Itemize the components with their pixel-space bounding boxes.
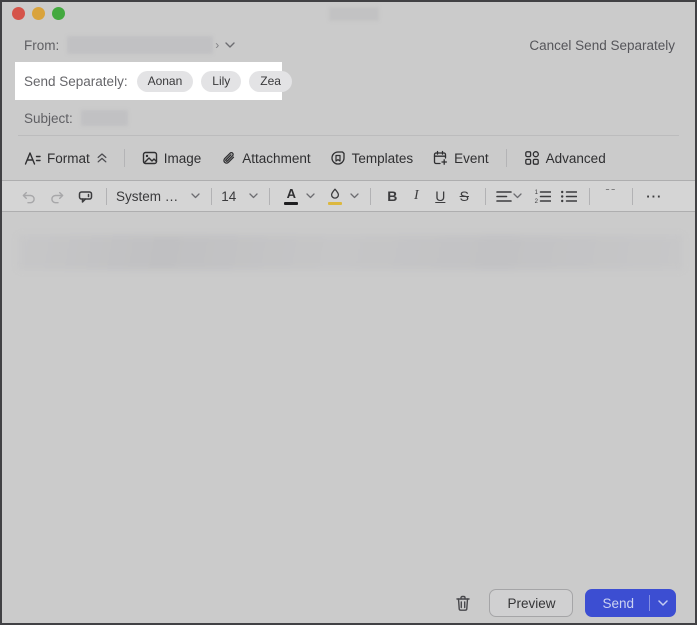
attachment-button[interactable]: Attachment xyxy=(220,150,311,166)
format-text-icon xyxy=(24,151,41,166)
text-style-toolbar: System … 14 A B I U S 1 2 ··· xyxy=(2,180,695,212)
undo-button[interactable] xyxy=(17,183,41,209)
from-value-redacted[interactable] xyxy=(67,36,214,54)
collapse-double-chevron-up-icon xyxy=(97,153,107,163)
redo-button[interactable] xyxy=(45,183,69,209)
cancel-send-separately-link[interactable]: Cancel Send Separately xyxy=(529,38,675,53)
italic-button[interactable]: I xyxy=(404,183,428,209)
subject-row: Subject: xyxy=(24,108,128,128)
chevron-down-icon[interactable] xyxy=(350,193,359,199)
format-painter-icon[interactable] xyxy=(73,183,97,209)
from-row: From: › Cancel Send Separately xyxy=(24,35,675,55)
image-icon xyxy=(142,150,158,166)
grid-apps-icon xyxy=(524,150,540,166)
send-split-button: Send xyxy=(585,589,676,617)
chevron-down-icon[interactable] xyxy=(513,193,522,199)
toolbar-divider xyxy=(123,149,125,167)
font-size-value: 14 xyxy=(221,188,237,204)
traffic-lights xyxy=(12,7,65,20)
templates-icon xyxy=(330,150,346,166)
from-suffix: › xyxy=(215,38,220,52)
toolbar-divider xyxy=(211,187,213,205)
font-size-select[interactable]: 14 xyxy=(221,189,260,204)
templates-button[interactable]: Templates xyxy=(330,150,414,166)
blockquote-button[interactable]: “ xyxy=(599,183,623,209)
send-options-chevron-down-icon[interactable] xyxy=(650,600,676,606)
text-color-glyph: A xyxy=(286,185,296,201)
from-label: From: xyxy=(24,37,60,53)
event-label: Event xyxy=(454,150,489,166)
font-family-select[interactable]: System … xyxy=(116,189,202,204)
trash-icon[interactable] xyxy=(454,594,472,613)
chevron-down-icon xyxy=(191,193,200,199)
subject-label: Subject: xyxy=(24,110,73,126)
strikethrough-button[interactable]: S xyxy=(452,183,476,209)
format-toolbar: Format Image Attachment Templates Event … xyxy=(24,144,606,172)
more-options-button[interactable]: ··· xyxy=(642,183,666,209)
chevron-down-icon xyxy=(249,193,258,199)
recipient-chips: Aonan Lily Zea xyxy=(136,70,292,92)
footer-actions: Preview Send xyxy=(454,589,676,617)
image-label: Image xyxy=(163,150,202,166)
toolbar-divider xyxy=(589,187,591,205)
ink-drop-icon xyxy=(328,188,342,200)
send-button[interactable]: Send xyxy=(585,596,649,611)
close-button[interactable] xyxy=(12,7,25,20)
quote-icon: “ xyxy=(604,189,618,203)
paperclip-icon xyxy=(220,150,236,166)
bullet-list-button[interactable] xyxy=(556,183,580,209)
more-icon: ··· xyxy=(646,188,663,204)
underline-button[interactable]: U xyxy=(428,183,452,209)
highlight-color-swatch xyxy=(328,201,343,205)
recipient-chip[interactable]: Zea xyxy=(249,70,292,92)
send-separately-row-highlight: Send Separately: Aonan Lily Zea xyxy=(15,62,292,100)
attachment-label: Attachment xyxy=(242,150,311,166)
event-button[interactable]: Event xyxy=(432,150,489,166)
message-body-redacted[interactable] xyxy=(18,235,683,270)
subject-divider xyxy=(18,135,679,136)
compose-window: From: › Cancel Send Separately Send Sepa… xyxy=(0,0,697,625)
svg-text:2: 2 xyxy=(534,199,538,204)
numbered-list-button[interactable]: 1 2 xyxy=(530,183,554,209)
format-toggle-button[interactable]: Format xyxy=(24,151,107,166)
calendar-plus-icon xyxy=(432,150,448,166)
text-color-swatch xyxy=(284,201,299,205)
subject-value-redacted[interactable] xyxy=(80,110,128,126)
format-label: Format xyxy=(47,150,90,166)
toolbar-divider xyxy=(370,187,372,205)
align-button[interactable] xyxy=(495,183,513,209)
highlight-color-button[interactable] xyxy=(323,183,347,209)
toolbar-divider xyxy=(505,149,507,167)
toolbar-divider xyxy=(269,187,271,205)
advanced-label: Advanced xyxy=(545,150,606,166)
templates-label: Templates xyxy=(351,150,414,166)
image-button[interactable]: Image xyxy=(142,150,202,166)
recipient-chip[interactable]: Aonan xyxy=(136,70,194,92)
from-chevron-down-icon[interactable] xyxy=(225,42,235,48)
chevron-down-icon[interactable] xyxy=(306,193,315,199)
toolbar-divider xyxy=(485,187,487,205)
advanced-button[interactable]: Advanced xyxy=(524,150,606,166)
zoom-button[interactable] xyxy=(52,7,65,20)
window-title-redacted xyxy=(329,7,379,21)
text-color-button[interactable]: A xyxy=(279,183,303,209)
minimize-button[interactable] xyxy=(32,7,45,20)
bold-button[interactable]: B xyxy=(380,183,404,209)
font-family-value: System … xyxy=(116,188,179,204)
svg-text:1: 1 xyxy=(534,190,538,196)
toolbar-divider xyxy=(632,187,634,205)
toolbar-divider xyxy=(106,187,107,205)
send-separately-label: Send Separately: xyxy=(24,73,128,89)
recipient-chip[interactable]: Lily xyxy=(201,70,242,92)
preview-button[interactable]: Preview xyxy=(489,589,574,617)
